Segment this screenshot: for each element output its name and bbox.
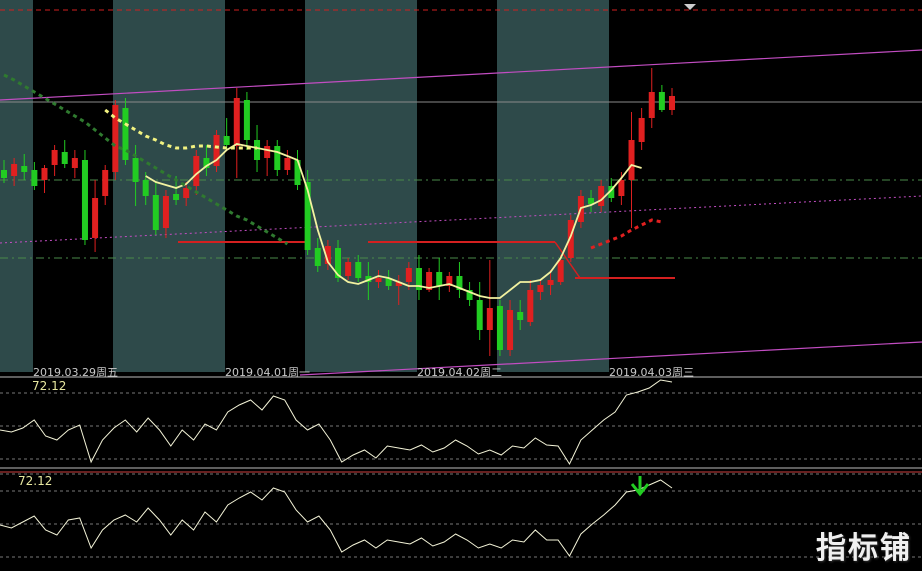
candle-body [375, 278, 382, 282]
indicator-panel-2: 72.12 [0, 474, 673, 557]
x-tick-label: 2019.04.03周三 [609, 366, 694, 379]
candle-body [31, 170, 38, 186]
scroll-marker-icon [684, 4, 696, 10]
signal-down-arrow [630, 476, 650, 497]
candle-body [1, 170, 7, 178]
candle-body [547, 280, 554, 285]
candle-body [71, 158, 78, 168]
x-tick-label: 2019.04.01周一 [225, 366, 310, 379]
candle-body [193, 156, 200, 186]
candle-body [51, 150, 58, 165]
candle-body [345, 262, 352, 276]
candle-body [405, 268, 412, 282]
candle-body [21, 166, 28, 172]
candle-body [507, 310, 514, 350]
candle-body [152, 195, 159, 230]
candle-body [61, 152, 68, 164]
x-tick-label: 2019.04.02周二 [417, 366, 502, 379]
watermark-logo: 指标铺 [816, 531, 912, 566]
candle-body [517, 312, 524, 320]
candle-body [476, 300, 483, 330]
candle-body [527, 290, 534, 322]
candle-body [92, 198, 99, 238]
candle-body [486, 308, 493, 330]
trading-chart: 2019.03.29周五 2019.04.01周一 2019.04.02周二 2… [0, 0, 922, 558]
candle-body [142, 180, 149, 196]
candle-body [355, 262, 362, 278]
candle-body [496, 306, 503, 350]
candle-body [162, 196, 169, 228]
indicator-value-label: 72.12 [18, 474, 52, 488]
candle-body [183, 188, 190, 198]
candle-body [254, 140, 261, 160]
session-band [0, 0, 33, 372]
candle-body [537, 285, 544, 292]
candle-body [658, 92, 665, 110]
candle-body [436, 272, 443, 286]
indicator-panel-1: 72.12 [0, 379, 673, 466]
candle-body [274, 146, 281, 170]
candle-body [264, 146, 271, 158]
candle-body [81, 160, 88, 240]
candle-body [233, 98, 240, 146]
candle-body [132, 158, 139, 182]
session-band [305, 0, 417, 372]
candle-body [11, 164, 18, 176]
candle-body [314, 248, 321, 266]
session-band [497, 0, 609, 372]
candle-body [598, 186, 605, 206]
candle-body [173, 194, 180, 200]
candle-body [41, 168, 48, 180]
candle-body [223, 136, 230, 145]
candle-body [557, 260, 564, 282]
candle-body [284, 158, 291, 170]
candle-body [102, 170, 109, 196]
candle-body [618, 180, 625, 196]
x-tick-label: 2019.03.29周五 [33, 366, 118, 379]
candle-body [243, 100, 250, 140]
indicator-value-label: 72.12 [32, 379, 66, 393]
candle-body [638, 118, 645, 142]
candle-body [669, 96, 675, 110]
candle-body [648, 92, 655, 118]
candle-body [628, 140, 635, 180]
